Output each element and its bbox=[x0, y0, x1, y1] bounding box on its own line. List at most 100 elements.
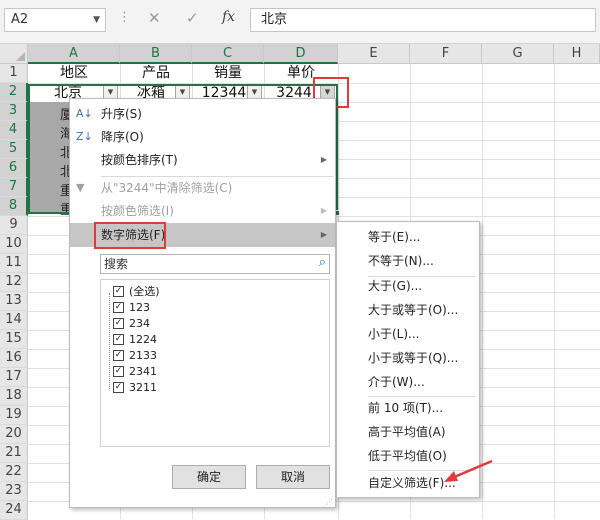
column-header-e[interactable]: E bbox=[338, 44, 410, 64]
row-header[interactable]: 23 bbox=[0, 482, 28, 501]
ok-button[interactable]: 确定 bbox=[172, 465, 246, 489]
clear-filter-icon: ▼ bbox=[76, 181, 85, 194]
checkbox[interactable]: ✓ bbox=[113, 334, 124, 345]
row-header[interactable]: 2 bbox=[0, 83, 28, 102]
checkbox[interactable]: ✓ bbox=[113, 350, 124, 361]
formula-bar-grip: ⋮ bbox=[118, 10, 131, 25]
formula-input[interactable]: 北京 bbox=[250, 8, 596, 32]
sort-by-color-item[interactable]: 按颜色排序(T) ▶ bbox=[70, 149, 335, 171]
list-item-label: 3211 bbox=[129, 381, 157, 394]
checkbox[interactable]: ✓ bbox=[113, 318, 124, 329]
row-header[interactable]: 3 bbox=[0, 102, 28, 121]
annotation-arrow-icon bbox=[444, 459, 493, 482]
sort-descending-icon: Z↓ bbox=[76, 130, 93, 143]
menu-item-label: 升序(S) bbox=[101, 107, 142, 121]
annotation-box bbox=[94, 222, 166, 249]
search-input[interactable]: 搜索 ⌕ bbox=[100, 254, 330, 274]
column-header-c[interactable]: C bbox=[192, 44, 264, 64]
chevron-down-icon[interactable]: ▼ bbox=[93, 9, 100, 31]
list-item-label: 2133 bbox=[129, 349, 157, 362]
row-header[interactable]: 10 bbox=[0, 235, 28, 254]
clear-filter-item: ▼ 从"3244"中清除筛选(C) bbox=[70, 177, 335, 199]
list-item[interactable]: ✓ (全选) bbox=[113, 284, 160, 300]
row-header[interactable]: 13 bbox=[0, 292, 28, 311]
filter-menu: A↓ 升序(S) Z↓ 降序(O) 按颜色排序(T) ▶ ▼ 从"3244"中清… bbox=[69, 98, 336, 508]
submenu-item[interactable]: 大于或等于(O)... bbox=[337, 299, 479, 321]
select-all-corner[interactable] bbox=[0, 44, 28, 64]
column-header-f[interactable]: F bbox=[410, 44, 482, 64]
row-header[interactable]: 9 bbox=[0, 216, 28, 235]
list-item[interactable]: ✓ 2341 bbox=[113, 364, 160, 380]
name-box-value: A2 bbox=[11, 12, 29, 27]
row-header[interactable]: 17 bbox=[0, 368, 28, 387]
cell-c1[interactable]: 销量 bbox=[192, 64, 264, 83]
column-header-d[interactable]: D bbox=[264, 44, 338, 64]
row-header[interactable]: 18 bbox=[0, 387, 28, 406]
list-item-label: 2341 bbox=[129, 365, 157, 378]
number-filter-submenu: 等于(E)... 不等于(N)... 大于(G)... 大于或等于(O)... … bbox=[336, 221, 480, 498]
checkbox[interactable]: ✓ bbox=[113, 366, 124, 377]
row-header[interactable]: 14 bbox=[0, 311, 28, 330]
column-header-h[interactable]: H bbox=[554, 44, 600, 64]
row-header[interactable]: 24 bbox=[0, 501, 28, 520]
checkbox[interactable]: ✓ bbox=[113, 302, 124, 313]
submenu-item[interactable]: 高于平均值(A) bbox=[337, 421, 479, 443]
column-header-b[interactable]: B bbox=[120, 44, 192, 64]
checkbox[interactable]: ✓ bbox=[113, 382, 124, 393]
resize-grip-icon[interactable]: ⋰ bbox=[326, 499, 333, 506]
cancel-button[interactable]: 取消 bbox=[256, 465, 330, 489]
row-header[interactable]: 7 bbox=[0, 178, 28, 197]
column-header-g[interactable]: G bbox=[482, 44, 554, 64]
submenu-item[interactable]: 不等于(N)... bbox=[337, 250, 479, 272]
grid-line bbox=[482, 64, 483, 519]
row-header[interactable]: 19 bbox=[0, 406, 28, 425]
submenu-item[interactable]: 介于(W)... bbox=[337, 371, 479, 393]
row-header[interactable]: 12 bbox=[0, 273, 28, 292]
submenu-item[interactable]: 大于(G)... bbox=[337, 275, 479, 297]
row-header[interactable]: 4 bbox=[0, 121, 28, 140]
submenu-item[interactable]: 前 10 项(T)... bbox=[337, 397, 479, 419]
row-header[interactable]: 21 bbox=[0, 444, 28, 463]
row-header[interactable]: 15 bbox=[0, 330, 28, 349]
row-header[interactable]: 6 bbox=[0, 159, 28, 178]
list-item[interactable]: ✓ 1224 bbox=[113, 332, 160, 348]
row-header[interactable]: 22 bbox=[0, 463, 28, 482]
sort-ascending-icon: A↓ bbox=[76, 107, 93, 120]
submenu-item[interactable]: 小于或等于(Q)... bbox=[337, 347, 479, 369]
row-header[interactable]: 16 bbox=[0, 349, 28, 368]
search-placeholder: 搜索 bbox=[104, 257, 129, 271]
list-item[interactable]: ✓ 3211 bbox=[113, 380, 160, 396]
name-box[interactable]: A2 ▼ bbox=[4, 8, 106, 32]
column-header-a[interactable]: A bbox=[28, 44, 120, 64]
menu-item-label: 降序(O) bbox=[101, 130, 144, 144]
cell-b1[interactable]: 产品 bbox=[120, 64, 192, 83]
submenu-item[interactable]: 小于(L)... bbox=[337, 323, 479, 345]
filter-by-color-item: 按颜色筛选(I) ▶ bbox=[70, 200, 335, 222]
chevron-right-icon: ▶ bbox=[320, 230, 327, 239]
cell-a1[interactable]: 地区 bbox=[28, 64, 120, 83]
row-header[interactable]: 1 bbox=[0, 64, 28, 83]
menu-item-label: 按颜色筛选(I) bbox=[101, 204, 174, 218]
list-item[interactable]: ✓ 234 bbox=[113, 316, 160, 332]
menu-item-label: 按颜色排序(T) bbox=[101, 153, 178, 167]
submenu-item[interactable]: 等于(E)... bbox=[337, 226, 479, 248]
chevron-right-icon: ▶ bbox=[320, 206, 327, 215]
row-header[interactable]: 20 bbox=[0, 425, 28, 444]
checkbox[interactable]: ✓ bbox=[113, 286, 124, 297]
row-header[interactable]: 11 bbox=[0, 254, 28, 273]
sort-descending-item[interactable]: Z↓ 降序(O) bbox=[70, 126, 335, 148]
value-list: ✓ (全选) ✓ 123 ✓ 234 ✓ 1224 ✓ 2133 ✓ 2341 ✓ 3211 bbox=[100, 279, 330, 447]
list-item-label: (全选) bbox=[129, 285, 160, 298]
row-header[interactable]: 8 bbox=[0, 197, 28, 216]
list-item[interactable]: ✓ 123 bbox=[113, 300, 160, 316]
list-item-label: 123 bbox=[129, 301, 150, 314]
close-icon[interactable]: ✕ bbox=[148, 9, 161, 27]
menu-item-label: 从"3244"中清除筛选(C) bbox=[101, 181, 233, 195]
grid-line bbox=[554, 64, 555, 519]
sort-ascending-item[interactable]: A↓ 升序(S) bbox=[70, 103, 335, 125]
fx-button[interactable]: fx bbox=[222, 9, 235, 25]
chevron-right-icon: ▶ bbox=[320, 155, 327, 164]
list-item[interactable]: ✓ 2133 bbox=[113, 348, 160, 364]
row-header[interactable]: 5 bbox=[0, 140, 28, 159]
check-icon[interactable]: ✓ bbox=[186, 9, 199, 27]
